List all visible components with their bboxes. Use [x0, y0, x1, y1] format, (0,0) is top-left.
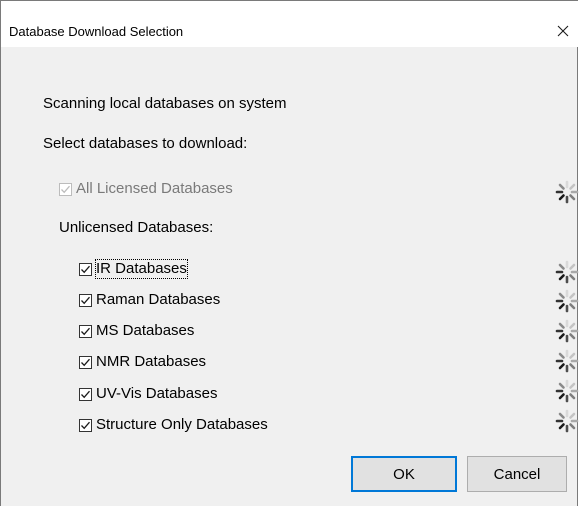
all-licensed-checkbox-row: All Licensed Databases — [59, 180, 233, 198]
loading-spinner-icon — [555, 379, 579, 403]
loading-spinner-icon — [555, 260, 579, 284]
loading-spinner-icon — [555, 409, 579, 433]
structure-only-databases-checkbox[interactable] — [79, 418, 92, 432]
close-button[interactable] — [547, 15, 579, 47]
raman-databases-checkbox[interactable] — [79, 293, 92, 307]
ir-databases-label[interactable]: IR Databases — [95, 259, 188, 279]
loading-spinner-icon — [555, 180, 579, 204]
scan-status-text: Scanning local databases on system — [43, 95, 287, 112]
ms-databases-label[interactable]: MS Databases — [96, 322, 194, 340]
all-licensed-label: All Licensed Databases — [76, 180, 233, 197]
window-title: Database Download Selection — [9, 24, 184, 39]
structure-only-databases-checkbox-row[interactable]: Structure Only Databases — [79, 416, 268, 434]
close-icon — [557, 25, 569, 37]
raman-databases-checkbox-row[interactable]: Raman Databases — [79, 291, 220, 309]
nmr-databases-checkbox-row[interactable]: NMR Databases — [79, 353, 206, 371]
ir-databases-checkbox-row[interactable]: IR Databases — [79, 259, 188, 279]
loading-spinner-icon — [555, 349, 579, 373]
ms-databases-checkbox-row[interactable]: MS Databases — [79, 322, 194, 340]
ok-button-label: OK — [393, 465, 415, 483]
cancel-button-label: Cancel — [493, 465, 541, 483]
all-licensed-checkbox — [59, 182, 72, 196]
ms-databases-checkbox[interactable] — [79, 324, 92, 338]
uv-vis-databases-checkbox[interactable] — [79, 387, 92, 401]
ir-databases-checkbox[interactable] — [79, 262, 92, 276]
uv-vis-databases-label[interactable]: UV-Vis Databases — [96, 385, 217, 403]
title-bar: Database Download Selection — [1, 1, 579, 47]
select-prompt-text: Select databases to download: — [43, 135, 248, 152]
loading-spinner-icon — [555, 289, 579, 313]
loading-spinner-icon — [555, 319, 579, 343]
raman-databases-label[interactable]: Raman Databases — [96, 291, 220, 309]
ok-button[interactable]: OK — [351, 456, 457, 492]
structure-only-databases-label[interactable]: Structure Only Databases — [96, 416, 268, 434]
unlicensed-heading: Unlicensed Databases: — [59, 219, 214, 236]
cancel-button[interactable]: Cancel — [467, 456, 567, 492]
nmr-databases-checkbox[interactable] — [79, 355, 92, 369]
nmr-databases-label[interactable]: NMR Databases — [96, 353, 206, 371]
database-download-dialog: Database Download Selection Scanning loc… — [0, 0, 579, 506]
uv-vis-databases-checkbox-row[interactable]: UV-Vis Databases — [79, 385, 217, 403]
